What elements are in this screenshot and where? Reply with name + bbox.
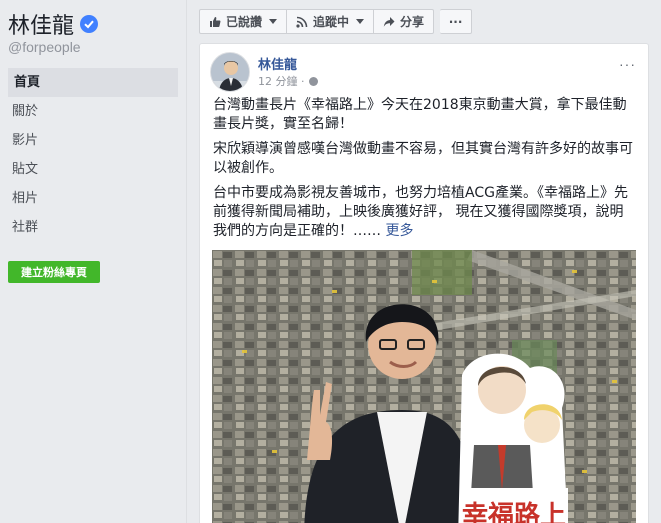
nav-item-about[interactable]: 關於	[8, 97, 178, 126]
photo-sign-text: 幸福路上	[462, 500, 566, 523]
verified-badge-icon	[80, 15, 99, 33]
nav-item-posts[interactable]: 貼文	[8, 155, 178, 184]
nav-item-home[interactable]: 首頁	[8, 68, 178, 97]
sidebar-divider	[186, 0, 187, 523]
post-time: 12 分鐘 ·	[258, 75, 305, 88]
share-arrow-icon	[383, 16, 395, 27]
nav-item-photos[interactable]: 相片	[8, 184, 178, 213]
share-label: 分享	[400, 15, 425, 29]
page-name-heading[interactable]: 林佳龍	[8, 8, 99, 40]
page-name[interactable]: 林佳龍	[8, 8, 74, 40]
nav-item-community[interactable]: 社群	[8, 213, 178, 242]
more-options-button[interactable]: ···	[440, 9, 473, 34]
post-timestamp[interactable]: 12 分鐘 ·	[258, 73, 318, 89]
liked-button[interactable]: 已說讚	[199, 9, 288, 34]
post-paragraph: 台中市要成為影視友善城市，也努力培植ACG產業。《幸福路上》先前獲得新聞局補助，…	[213, 184, 637, 241]
more-icon: ···	[448, 14, 463, 29]
rss-icon	[296, 16, 308, 28]
share-button[interactable]: 分享	[374, 9, 435, 34]
create-page-button[interactable]: 建立粉絲專頁	[8, 261, 100, 283]
avatar[interactable]	[210, 52, 250, 92]
following-label: 追蹤中	[313, 15, 350, 29]
nav-item-videos[interactable]: 影片	[8, 126, 178, 155]
chevron-down-icon	[356, 19, 365, 24]
post-paragraph-text: 台中市要成為影視友善城市，也努力培植ACG產業。《幸福路上》先前獲得新聞局補助，…	[213, 185, 628, 239]
following-button[interactable]: 追蹤中	[287, 9, 375, 34]
liked-label: 已說讚	[226, 15, 263, 29]
globe-icon	[308, 76, 318, 86]
chevron-down-icon	[269, 19, 278, 24]
page-nav: 首頁 關於 影片 貼文 相片 社群	[8, 68, 178, 242]
post-options-button[interactable]: ···	[619, 56, 636, 72]
page-handle[interactable]: @forpeople	[8, 39, 81, 55]
thumbs-up-icon	[210, 16, 221, 27]
left-sidebar: 林佳龍 @forpeople 首頁 關於 影片 貼文 相片 社群 建立粉絲專頁	[0, 0, 186, 523]
post-card: 林佳龍 12 分鐘 · ··· 台灣動畫長片《幸福路上》今天在2018東京動畫大…	[199, 43, 649, 523]
post-body: 台灣動畫長片《幸福路上》今天在2018東京動畫大賞，拿下最佳動畫長片獎，實至名歸…	[213, 96, 637, 247]
post-photo[interactable]: 幸福路上	[212, 250, 636, 523]
page-action-bar: 已說讚 追蹤中 分享 ···	[199, 9, 473, 34]
post-author[interactable]: 林佳龍	[258, 54, 297, 73]
post-paragraph: 台灣動畫長片《幸福路上》今天在2018東京動畫大賞，拿下最佳動畫長片獎，實至名歸…	[213, 97, 627, 132]
see-more-link[interactable]: 更多	[385, 223, 413, 239]
post-paragraph: 宋欣穎導演曾感嘆台灣做動畫不容易，但其實台灣有許多好的故事可以被創作。	[213, 141, 633, 176]
